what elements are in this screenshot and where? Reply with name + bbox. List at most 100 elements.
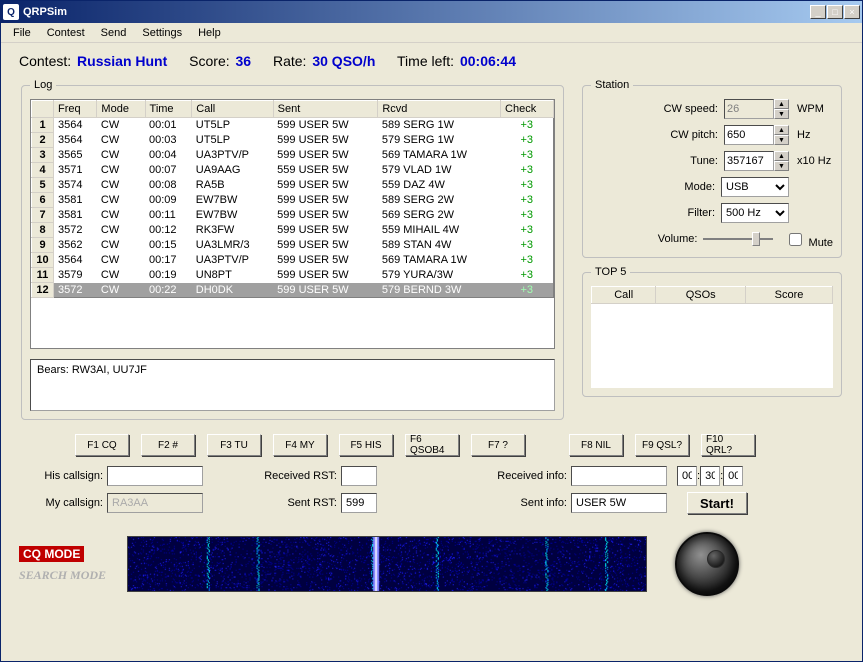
fkey-bar: F1 CQ F2 # F3 TU F4 MY F5 HIS F6 QSOB4 F7 ? F8 … [75, 434, 844, 456]
log-row[interactable]: 73581CW00:11EW7BW599 USER 5W569 SERG 2W+… [32, 208, 554, 223]
rrst-input[interactable] [341, 466, 377, 486]
log-table-container[interactable]: FreqModeTimeCallSentRcvdCheck 13564CW00:… [30, 99, 555, 349]
log-col-3[interactable]: Time [145, 101, 192, 118]
log-col-0[interactable] [32, 101, 54, 118]
cq-mode-label[interactable]: CQ MODE [19, 546, 84, 562]
log-col-1[interactable]: Freq [54, 101, 97, 118]
log-row[interactable]: 13564CW00:01UT5LP599 USER 5W589 SERG 1W+… [32, 118, 554, 133]
rinfo-label: Received info: [377, 470, 567, 482]
contest-header: Contest: Russian Hunt Score: 36 Rate: 30… [19, 51, 844, 79]
menu-contest[interactable]: Contest [39, 25, 93, 41]
fkey-f1[interactable]: F1 CQ [75, 434, 129, 456]
top5-col-2[interactable]: Score [746, 287, 833, 304]
fkey-f8[interactable]: F8 NIL [569, 434, 623, 456]
tuning-knob[interactable] [675, 532, 739, 596]
titlebar: Q QRPSim _ □ × [1, 1, 862, 23]
fkey-f6[interactable]: F6 QSOB4 [405, 434, 459, 456]
log-row[interactable]: 23564CW00:03UT5LP599 USER 5W579 SERG 1W+… [32, 133, 554, 148]
rrst-label: Received RST: [203, 470, 337, 482]
fkey-f4[interactable]: F4 MY [273, 434, 327, 456]
fkey-f2[interactable]: F2 # [141, 434, 195, 456]
fkey-f5[interactable]: F5 HIS [339, 434, 393, 456]
mycall-label: My callsign: [19, 497, 103, 509]
sinfo-input[interactable] [571, 493, 667, 513]
station-box: Station CW speed: ▲▼ WPM CW pitch: [582, 79, 842, 258]
search-mode-label[interactable]: SEARCH MODE [19, 568, 106, 583]
app-icon: Q [3, 4, 19, 20]
log-col-5[interactable]: Sent [273, 101, 378, 118]
tune-down[interactable]: ▼ [774, 161, 789, 171]
log-col-6[interactable]: Rcvd [378, 101, 501, 118]
rinfo-input[interactable] [571, 466, 667, 486]
mode-select[interactable]: USB [721, 177, 789, 197]
cwspeed-input[interactable] [724, 99, 774, 119]
log-col-2[interactable]: Mode [97, 101, 145, 118]
menu-help[interactable]: Help [190, 25, 229, 41]
time-mm[interactable] [700, 466, 720, 486]
contest-name: Russian Hunt [77, 53, 167, 69]
cwspeed-up[interactable]: ▲ [774, 99, 789, 109]
minimize-button[interactable]: _ [810, 5, 826, 19]
tune-label: Tune: [690, 155, 718, 167]
log-row[interactable]: 123572CW00:22DH0DK599 USER 5W579 BERND 3… [32, 283, 554, 298]
cwspeed-down[interactable]: ▼ [774, 109, 789, 119]
log-row[interactable]: 93562CW00:15UA3LMR/3599 USER 5W589 STAN … [32, 238, 554, 253]
top5-body [591, 304, 833, 388]
log-row[interactable]: 103564CW00:17UA3PTV/P599 USER 5W569 TAMA… [32, 253, 554, 268]
hiscall-label: His callsign: [19, 470, 103, 482]
fkey-f9[interactable]: F9 QSL? [635, 434, 689, 456]
filter-select[interactable]: 500 Hz [721, 203, 789, 223]
time-ss[interactable] [723, 466, 743, 486]
fkey-f3[interactable]: F3 TU [207, 434, 261, 456]
log-legend: Log [30, 79, 56, 91]
top5-col-0[interactable]: Call [592, 287, 656, 304]
hiscall-input[interactable] [107, 466, 203, 486]
menu-send[interactable]: Send [93, 25, 135, 41]
cwpitch-unit: Hz [797, 129, 833, 141]
mute-label: Mute [809, 237, 833, 249]
station-legend: Station [591, 79, 633, 91]
log-row[interactable]: 63581CW00:09EW7BW599 USER 5W589 SERG 2W+… [32, 193, 554, 208]
log-row[interactable]: 43571CW00:07UA9AAG559 USER 5W579 VLAD 1W… [32, 163, 554, 178]
volume-label: Volume: [658, 233, 698, 245]
menu-settings[interactable]: Settings [134, 25, 190, 41]
content: Contest: Russian Hunt Score: 36 Rate: 30… [1, 43, 862, 661]
fkey-f7[interactable]: F7 ? [471, 434, 525, 456]
app-window: Q QRPSim _ □ × FileContestSendSettingsHe… [0, 0, 863, 662]
cwspeed-label: CW speed: [664, 103, 718, 115]
srst-label: Sent RST: [203, 497, 337, 509]
cwpitch-up[interactable]: ▲ [774, 125, 789, 135]
mycall-input [107, 493, 203, 513]
cwpitch-input[interactable] [724, 125, 774, 145]
log-row[interactable]: 83572CW00:12RK3FW599 USER 5W559 MIHAIL 4… [32, 223, 554, 238]
log-row[interactable]: 53574CW00:08RA5B599 USER 5W559 DAZ 4W+3 [32, 178, 554, 193]
fkey-f10[interactable]: F10 QRL? [701, 434, 755, 456]
log-row[interactable]: 113579CW00:19UN8PT599 USER 5W579 YURA/3W… [32, 268, 554, 283]
time-hh[interactable] [677, 466, 697, 486]
volume-slider[interactable] [703, 229, 773, 249]
srst-input[interactable] [341, 493, 377, 513]
maximize-button[interactable]: □ [827, 5, 843, 19]
mute-checkbox[interactable] [789, 233, 802, 246]
waterfall-display[interactable] [127, 536, 647, 592]
close-button[interactable]: × [844, 5, 860, 19]
timeleft-label: Time left: [397, 53, 454, 69]
start-button[interactable]: Start! [687, 492, 747, 514]
log-row[interactable]: 33565CW00:04UA3PTV/P599 USER 5W569 TAMAR… [32, 148, 554, 163]
score-value: 36 [236, 53, 252, 69]
menu-file[interactable]: File [5, 25, 39, 41]
filter-label: Filter: [688, 207, 716, 219]
cwpitch-label: CW pitch: [670, 129, 718, 141]
menubar: FileContestSendSettingsHelp [1, 23, 862, 43]
top5-col-1[interactable]: QSOs [656, 287, 746, 304]
cwpitch-down[interactable]: ▼ [774, 135, 789, 145]
rate-value: 30 QSO/h [312, 53, 375, 69]
bears-box: Bears: RW3AI, UU7JF [30, 359, 555, 411]
mode-label: Mode: [684, 181, 715, 193]
tune-input[interactable] [724, 151, 774, 171]
log-col-4[interactable]: Call [192, 101, 273, 118]
top5-legend: TOP 5 [591, 266, 630, 278]
tune-up[interactable]: ▲ [774, 151, 789, 161]
rate-label: Rate: [273, 53, 306, 69]
log-col-7[interactable]: Check [501, 101, 554, 118]
